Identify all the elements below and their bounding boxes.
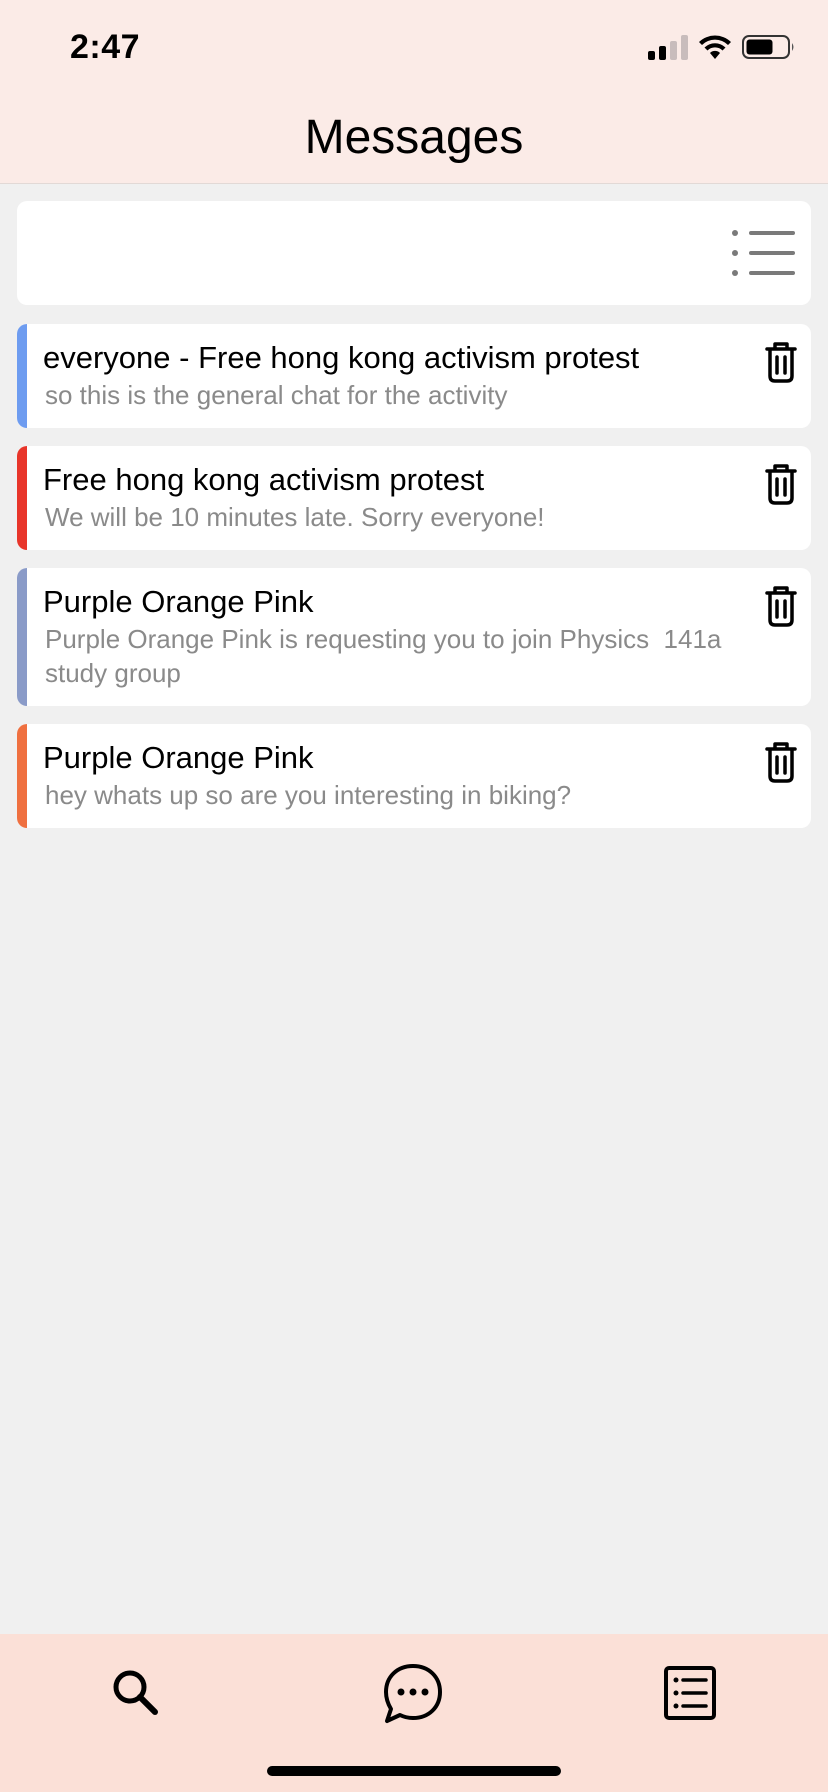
message-preview: We will be 10 minutes late. Sorry everyo… [45,502,545,532]
delete-message-button[interactable] [761,584,801,628]
battery-icon [742,35,794,59]
trash-icon [765,342,797,383]
message-accent-bar [17,724,27,828]
delete-message-button[interactable] [761,340,801,384]
tab-list[interactable] [655,1658,725,1728]
messages-screen: 2:47 Messages everyone - Free hong kong … [0,0,828,1792]
status-time: 2:47 [70,28,141,66]
trash-icon [765,464,797,505]
list-filter-icon [732,230,795,276]
message-preview: so this is the general chat for the acti… [45,380,508,410]
wifi-icon [699,35,731,59]
trash-icon [765,742,797,783]
message-accent-bar [17,568,27,706]
page-title: Messages [304,111,524,164]
cellular-signal-icon [648,34,688,60]
tab-messages[interactable] [378,1658,448,1728]
message-preview: hey whats up so are you interesting in b… [45,780,572,810]
message-title: Purple Orange Pink [43,740,314,775]
message-item[interactable]: Free hong kong activism protest We will … [17,446,811,550]
tab-search[interactable] [101,1658,171,1728]
message-title: Purple Orange Pink [43,584,314,619]
list-document-icon [664,1666,716,1720]
message-accent-bar [17,324,27,428]
message-preview: Purple Orange Pink is requesting you to … [45,624,729,688]
trash-icon [765,586,797,627]
message-list: everyone - Free hong kong activism prote… [17,324,811,846]
chat-bubble-icon [384,1664,442,1723]
delete-message-button[interactable] [761,740,801,784]
header: 2:47 Messages [0,0,828,184]
message-title: everyone - Free hong kong activism prote… [43,340,640,375]
home-indicator [267,1766,561,1776]
filter-bar [17,201,811,305]
message-title: Free hong kong activism protest [43,462,485,497]
message-item[interactable]: everyone - Free hong kong activism prote… [17,324,811,428]
message-accent-bar [17,446,27,550]
message-item[interactable]: Purple Orange Pink Purple Orange Pink is… [17,568,811,706]
message-item[interactable]: Purple Orange Pink hey whats up so are y… [17,724,811,828]
list-filter-button[interactable] [731,227,795,279]
delete-message-button[interactable] [761,462,801,506]
status-icons [648,34,796,60]
search-icon [113,1670,158,1715]
